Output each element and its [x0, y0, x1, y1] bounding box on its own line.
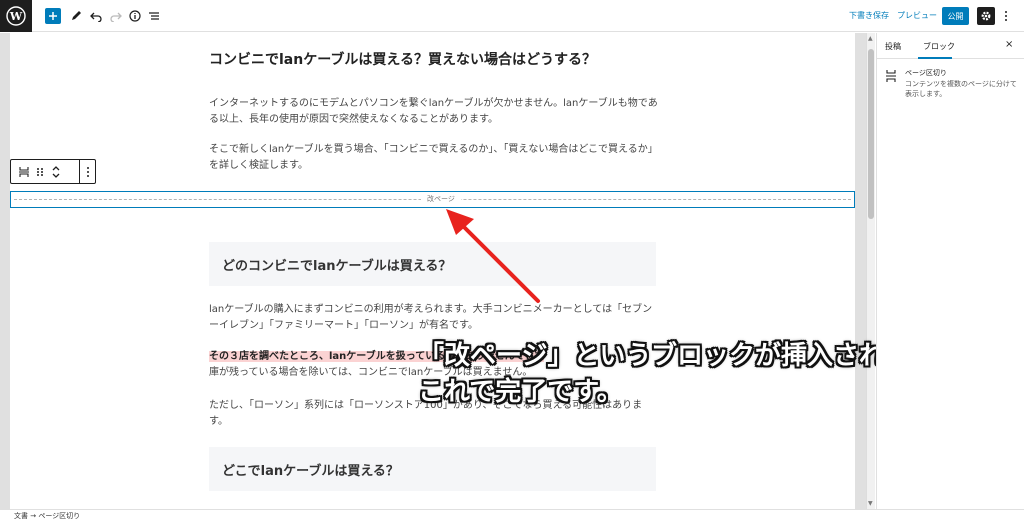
toolbar-divider: [79, 160, 80, 183]
editor-header: W 下書き保存 プレビュー 公開: [0, 0, 1024, 32]
breadcrumb[interactable]: 文書 → ページ区切り: [14, 511, 80, 521]
info-icon[interactable]: [127, 8, 143, 24]
block-toolbar: [10, 159, 96, 184]
add-block-button[interactable]: [45, 8, 61, 24]
close-sidebar-icon[interactable]: ×: [1005, 39, 1013, 50]
paragraph-block[interactable]: インターネットするのにモデムとパソコンを繋ぐlanケーブルが欠かせません。lan…: [209, 96, 659, 128]
scroll-up-arrow-icon[interactable]: ▲: [868, 35, 873, 42]
page-break-label: 改ページ: [421, 194, 461, 204]
drag-handle-icon[interactable]: [33, 160, 47, 183]
page-break-block[interactable]: 改ページ: [10, 191, 855, 208]
list-view-icon[interactable]: [146, 8, 162, 24]
post-title[interactable]: コンビニでlanケーブルは買える？買えない場合はどうする？: [209, 49, 596, 69]
block-options-icon[interactable]: [81, 160, 95, 183]
settings-gear-icon[interactable]: [977, 7, 995, 25]
canvas-scrollbar[interactable]: ▲ ▼: [866, 33, 875, 509]
block-card-title: ページ区切り: [905, 69, 947, 77]
preview-button[interactable]: プレビュー: [897, 10, 937, 21]
scrollbar-thumb[interactable]: [868, 49, 874, 219]
pencil-icon[interactable]: [68, 8, 84, 24]
page-break-block-icon: [885, 68, 897, 82]
block-card-description: コンテンツを複数のページに分けて表示します。: [905, 80, 1017, 98]
tab-post[interactable]: 投稿: [885, 41, 901, 52]
move-up-down-icon[interactable]: [49, 160, 63, 183]
heading-block[interactable]: どのコンビニでlanケーブルは買える？: [209, 242, 656, 286]
redo-icon[interactable]: [108, 8, 124, 24]
svg-text:W: W: [9, 10, 23, 23]
canvas-right-margin: [855, 33, 866, 509]
block-editor: W 下書き保存 プレビュー 公開 ▲ ▼ コンビニでlanケーブルは買える？買え…: [0, 0, 1024, 521]
page-break-block-icon[interactable]: [15, 160, 33, 183]
publish-button[interactable]: 公開: [942, 7, 969, 25]
red-arrow-annotation: [446, 209, 540, 303]
status-bar: 文書 → ページ区切り: [0, 509, 1024, 521]
undo-icon[interactable]: [88, 8, 104, 24]
wordpress-logo-icon[interactable]: W: [0, 0, 32, 32]
canvas-left-margin: [0, 33, 10, 509]
paragraph-block[interactable]: lanケーブルの購入にまずコンビニの利用が考えられます。大手コンビニメーカーとし…: [209, 302, 659, 334]
more-options-icon[interactable]: [1000, 8, 1012, 24]
save-draft-button[interactable]: 下書き保存: [849, 10, 889, 21]
paragraph-block[interactable]: そこで新しくlanケーブルを買う場合、「コンビニで買えるのか」、「買えない場合は…: [209, 142, 659, 174]
tab-block[interactable]: ブロック: [923, 41, 955, 52]
active-tab-indicator: [918, 57, 952, 59]
heading-block[interactable]: どこでlanケーブルは買える？: [209, 447, 656, 491]
scroll-down-arrow-icon[interactable]: ▼: [868, 500, 873, 507]
sidebar-tabs: 投稿 ブロック ×: [877, 33, 1024, 59]
settings-sidebar: 投稿 ブロック × ページ区切り コンテンツを複数のページに分けて表示します。: [876, 33, 1024, 509]
